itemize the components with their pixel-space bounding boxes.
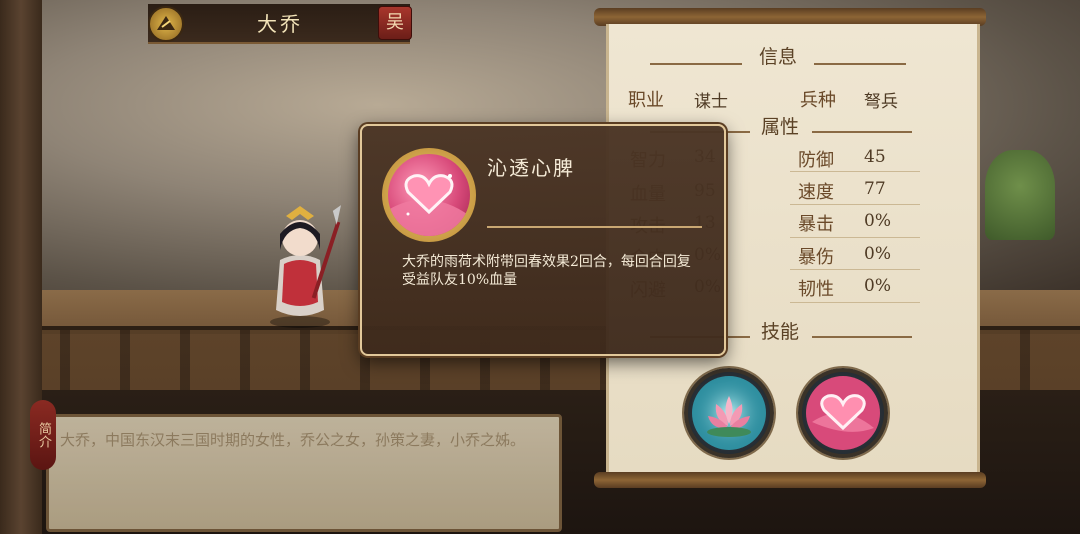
description-tag: 简介	[30, 400, 56, 470]
popup-skill-icon	[388, 154, 470, 236]
skills-divider-right	[812, 336, 912, 338]
scroll-rod-bottom	[594, 472, 986, 488]
background-bush	[985, 150, 1055, 240]
stat-row-divider	[790, 269, 920, 270]
attributes-title: 属性	[760, 116, 799, 138]
class-value: 谋士	[694, 92, 728, 112]
heart-icon	[388, 174, 470, 236]
stat-right-1-label: 速度	[798, 182, 834, 203]
stat-right-0-value: 45	[864, 147, 886, 167]
popup-skill-name: 沁透心脾	[487, 156, 575, 180]
stat-right-3-label: 暴伤	[798, 247, 834, 268]
stat-right-2-value: 0%	[864, 211, 891, 231]
stat-row-divider	[790, 237, 920, 238]
stat-right-0-label: 防御	[798, 150, 834, 171]
hero-name: 大乔	[257, 12, 303, 36]
title-divider-right	[814, 63, 906, 65]
stat-right-4-value: 0%	[864, 276, 891, 296]
lotus-icon	[692, 376, 766, 450]
hero-description-text: 大乔，中国东汉末三国时期的女性，乔公之女，孙策之妻，小乔之姊。	[60, 431, 526, 449]
class-label: 职业	[628, 90, 664, 111]
stat-right-1-value: 77	[864, 179, 886, 199]
stat-row-divider	[790, 302, 920, 303]
troop-label: 兵种	[800, 90, 836, 111]
stat-right-4-label: 韧性	[798, 279, 834, 300]
stat-right-3-value: 0%	[864, 244, 891, 264]
kingdom-badge: 吴	[378, 6, 412, 40]
troop-value: 弩兵	[864, 92, 898, 112]
stat-row-divider	[790, 204, 920, 205]
heart-icon	[806, 376, 880, 450]
stat-row-divider	[790, 171, 920, 172]
skill-slot-heart[interactable]	[798, 368, 888, 458]
stat-right-2-label: 暴击	[798, 214, 834, 235]
skill-slot-lotus[interactable]	[684, 368, 774, 458]
info-title: 信息	[758, 46, 797, 68]
skills-title: 技能	[760, 321, 799, 343]
title-divider-left	[650, 63, 742, 65]
hero-sprite[interactable]	[250, 190, 350, 330]
popup-title-underline	[487, 226, 702, 228]
popup-skill-description: 大乔的雨荷术附带回春效果2回合，每回合回复受益队友10%血量	[402, 254, 691, 288]
attr-divider-right	[812, 131, 912, 133]
faction-emblem-icon	[148, 6, 184, 42]
